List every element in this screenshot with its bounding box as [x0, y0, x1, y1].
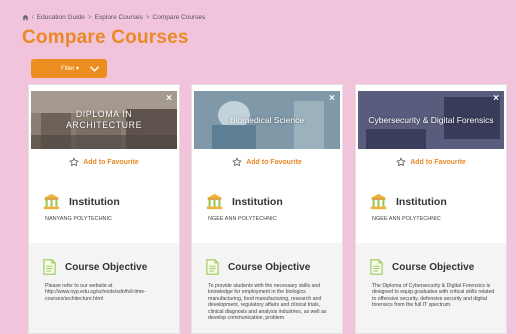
add-to-favourite-button[interactable]: Add to Favourite: [192, 157, 342, 167]
remove-course-button[interactable]: ×: [166, 93, 172, 104]
add-to-favourite-label: Add to Favourite: [83, 158, 139, 166]
course-objective-section: Course Objective The Diploma of Cybersec…: [356, 243, 506, 333]
document-icon: [370, 259, 383, 275]
course-objective-header: Course Objective: [43, 259, 147, 275]
course-objective-section: Course Objective To provide students wit…: [192, 243, 342, 333]
compare-courses-page: / Education Guide > Explore Courses > Co…: [0, 0, 516, 334]
course-banner: Cybersecurity & Digital Forensics ×: [358, 91, 504, 149]
star-outline-icon: [396, 157, 406, 167]
institution-building-icon: [370, 193, 387, 210]
course-objective-section: Course Objective Please refer to our web…: [29, 243, 179, 333]
document-icon: [206, 259, 219, 275]
course-banner: Biomedical Science ×: [194, 91, 340, 149]
document-icon: [43, 259, 56, 275]
star-outline-icon: [232, 157, 242, 167]
course-objective-header: Course Objective: [206, 259, 310, 275]
home-icon[interactable]: [22, 14, 29, 21]
breadcrumb-separator: /: [32, 14, 34, 21]
institution-header: Institution: [43, 193, 120, 210]
add-to-favourite-button[interactable]: Add to Favourite: [29, 157, 179, 167]
institution-heading: Institution: [232, 195, 283, 208]
course-objective-heading: Course Objective: [392, 261, 475, 273]
institution-heading: Institution: [396, 195, 447, 208]
add-to-favourite-label: Add to Favourite: [410, 158, 466, 166]
course-objective-text: The Diploma of Cybersecurity & Digital F…: [372, 283, 495, 309]
course-banner: DIPLOMA IN ARCHITECTURE ×: [31, 91, 177, 149]
course-banner-title: Biomedical Science: [229, 114, 305, 125]
institution-name: NANYANG POLYTECHNIC: [45, 216, 113, 222]
course-objective-text: Please refer to our website at http://ww…: [45, 283, 146, 302]
course-card-cybersecurity: Cybersecurity & Digital Forensics × Add …: [355, 84, 507, 334]
breadcrumb-separator: >: [87, 14, 92, 21]
institution-heading: Institution: [69, 195, 120, 208]
course-card-biomedical-science: Biomedical Science × Add to Favourite In…: [191, 84, 343, 334]
filter-label: Filter ▾: [61, 66, 80, 72]
star-outline-icon: [69, 157, 79, 167]
course-banner-title: Cybersecurity & Digital Forensics: [368, 114, 494, 125]
institution-header: Institution: [370, 193, 447, 210]
chevron-down-icon: [90, 65, 99, 72]
breadcrumb-item-compare-courses: Compare Courses: [152, 14, 206, 21]
institution-name: NGEE ANN POLYTECHNIC: [372, 216, 441, 222]
course-objective-header: Course Objective: [370, 259, 474, 275]
course-card-architecture: DIPLOMA IN ARCHITECTURE × Add to Favouri…: [28, 84, 180, 334]
course-objective-heading: Course Objective: [65, 261, 148, 273]
breadcrumb-item-education-guide[interactable]: Education Guide: [37, 14, 85, 21]
filter-dropdown-button[interactable]: Filter ▾: [31, 59, 107, 78]
course-objective-heading: Course Objective: [228, 261, 311, 273]
breadcrumb: / Education Guide > Explore Courses > Co…: [22, 14, 205, 21]
remove-course-button[interactable]: ×: [493, 93, 499, 104]
add-to-favourite-button[interactable]: Add to Favourite: [356, 157, 506, 167]
institution-header: Institution: [206, 193, 283, 210]
breadcrumb-item-explore-courses[interactable]: Explore Courses: [95, 14, 143, 21]
institution-name: NGEE ANN POLYTECHNIC: [208, 216, 277, 222]
breadcrumb-separator: >: [145, 14, 150, 21]
add-to-favourite-label: Add to Favourite: [246, 158, 302, 166]
course-banner-title: DIPLOMA IN ARCHITECTURE: [65, 109, 143, 130]
remove-course-button[interactable]: ×: [329, 93, 335, 104]
institution-building-icon: [206, 193, 223, 210]
course-objective-text: To provide students with the necessary s…: [208, 283, 327, 322]
institution-building-icon: [43, 193, 60, 210]
page-title: Compare Courses: [22, 27, 189, 48]
